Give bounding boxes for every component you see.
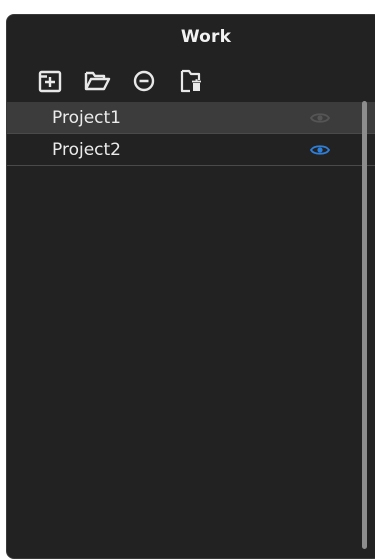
scrollbar[interactable]: [362, 101, 367, 549]
list-item[interactable]: Project2: [7, 134, 375, 166]
eye-icon: [310, 112, 330, 123]
panel-title: Work: [180, 27, 232, 47]
new-project-icon: [38, 70, 62, 92]
project-name: Project2: [52, 139, 121, 160]
toolbar: [7, 59, 375, 102]
delete-file-icon: [180, 69, 201, 92]
visibility-toggle[interactable]: [310, 111, 330, 125]
delete-file-button[interactable]: [174, 65, 208, 97]
project-list: Project1 Project2: [7, 102, 375, 558]
list-item[interactable]: Project1: [7, 102, 375, 134]
open-folder-icon: [84, 71, 111, 90]
eye-icon: [310, 144, 330, 155]
project-name: Project1: [52, 107, 121, 128]
remove-icon: [133, 70, 155, 91]
open-folder-button[interactable]: [80, 65, 114, 97]
new-project-button[interactable]: [33, 65, 67, 97]
panel-title-bar: Work: [7, 15, 375, 59]
work-panel: Work Project1 Project2: [6, 14, 375, 559]
remove-button[interactable]: [127, 65, 161, 97]
visibility-toggle[interactable]: [310, 143, 330, 157]
